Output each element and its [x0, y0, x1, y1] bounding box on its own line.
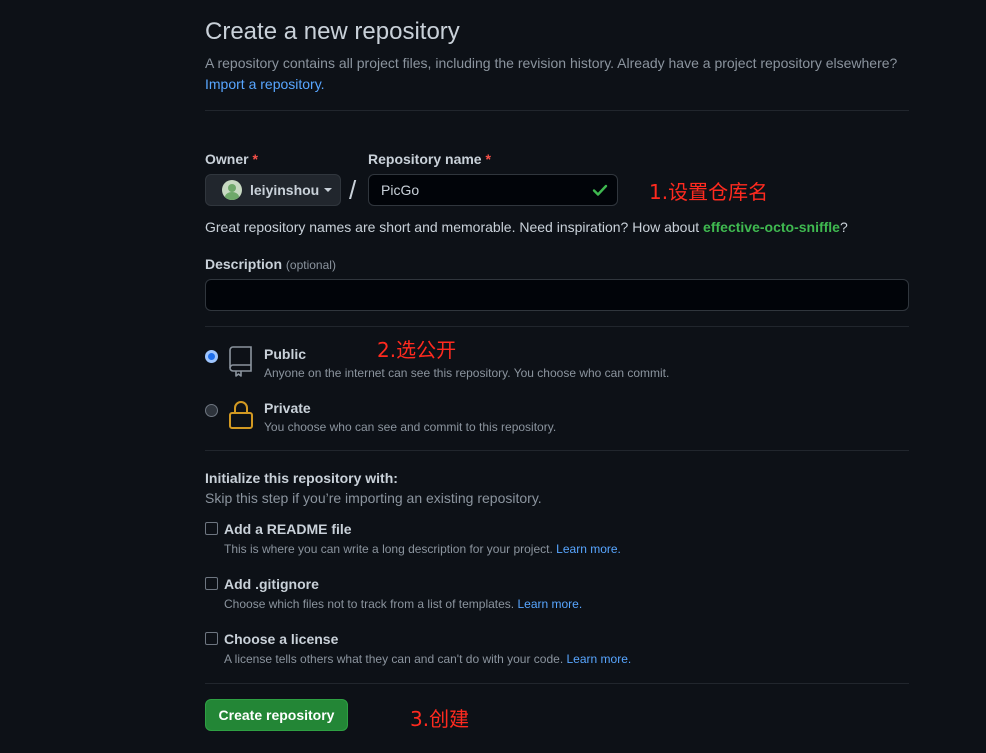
hint-text: Great repository names are short and mem… [205, 219, 704, 235]
name-suggestion-link[interactable]: effective-octo-sniffle [703, 219, 840, 235]
owner-value: leiyinshou [250, 182, 320, 198]
repository-name-value: PicGo [381, 182, 420, 198]
import-repository-link[interactable]: Import a repository. [205, 76, 325, 92]
license-checkbox[interactable] [205, 632, 218, 645]
avatar [222, 180, 242, 200]
create-repository-button[interactable]: Create repository [205, 699, 348, 731]
description-input[interactable] [205, 279, 909, 311]
divider [205, 683, 909, 684]
lock-icon [229, 401, 253, 429]
gitignore-learn-more-link[interactable]: Learn more. [517, 597, 582, 611]
repo-name-label: Repository name * [368, 151, 491, 167]
gitignore-desc: Choose which files not to track from a l… [224, 597, 582, 611]
license-desc: A license tells others what they can and… [224, 652, 631, 666]
readme-checkbox[interactable] [205, 522, 218, 535]
gitignore-checkbox[interactable] [205, 577, 218, 590]
divider [205, 326, 909, 327]
repo-name-hint: Great repository names are short and mem… [205, 219, 848, 235]
public-radio[interactable] [205, 350, 218, 363]
owner-select[interactable]: leiyinshou [205, 174, 341, 206]
description-label: Description (optional) [205, 256, 336, 272]
public-option-title: Public [264, 346, 307, 362]
owner-repo-separator: / [349, 175, 357, 205]
gitignore-desc-text: Choose which files not to track from a l… [224, 597, 515, 611]
license-desc-text: A license tells others what they can and… [224, 652, 564, 666]
annotation-step2: 2.选公开 [377, 338, 457, 362]
readme-desc: This is where you can write a long descr… [224, 542, 621, 556]
license-learn-more-link[interactable]: Learn more. [567, 652, 632, 666]
description-label-text: Description [205, 256, 283, 272]
owner-label: Owner * [205, 151, 258, 167]
hint-end: ? [839, 219, 848, 235]
repository-name-input[interactable]: PicGo [368, 174, 618, 206]
init-subtitle: Skip this step if you’re importing an ex… [205, 490, 542, 506]
required-mark: * [485, 151, 491, 167]
owner-label-text: Owner [205, 151, 249, 167]
public-option-desc: Anyone on the internet can see this repo… [264, 366, 670, 380]
check-icon [592, 184, 608, 196]
gitignore-title: Add .gitignore [224, 576, 319, 592]
readme-learn-more-link[interactable]: Learn more. [556, 542, 621, 556]
caret-down-icon [324, 188, 333, 192]
optional-tag: (optional) [285, 258, 336, 272]
private-option-title: Private [264, 400, 311, 416]
license-title: Choose a license [224, 631, 339, 647]
readme-desc-text: This is where you can write a long descr… [224, 542, 553, 556]
create-repo-page: Create a new repository A repository con… [0, 0, 986, 753]
init-title: Initialize this repository with: [205, 470, 398, 486]
repo-icon [229, 346, 252, 377]
subtitle-text: A repository contains all project files,… [205, 55, 898, 71]
annotation-step3: 3.创建 [410, 707, 470, 731]
divider [205, 110, 909, 111]
page-subtitle: A repository contains all project files,… [205, 53, 905, 95]
private-radio[interactable] [205, 404, 218, 417]
page-title: Create a new repository [205, 18, 460, 45]
readme-title: Add a README file [224, 521, 352, 537]
divider [205, 450, 909, 451]
annotation-step1: 1.设置仓库名 [649, 180, 769, 204]
private-option-desc: You choose who can see and commit to thi… [264, 420, 557, 434]
required-mark: * [252, 151, 258, 167]
repo-name-label-text: Repository name [368, 151, 482, 167]
